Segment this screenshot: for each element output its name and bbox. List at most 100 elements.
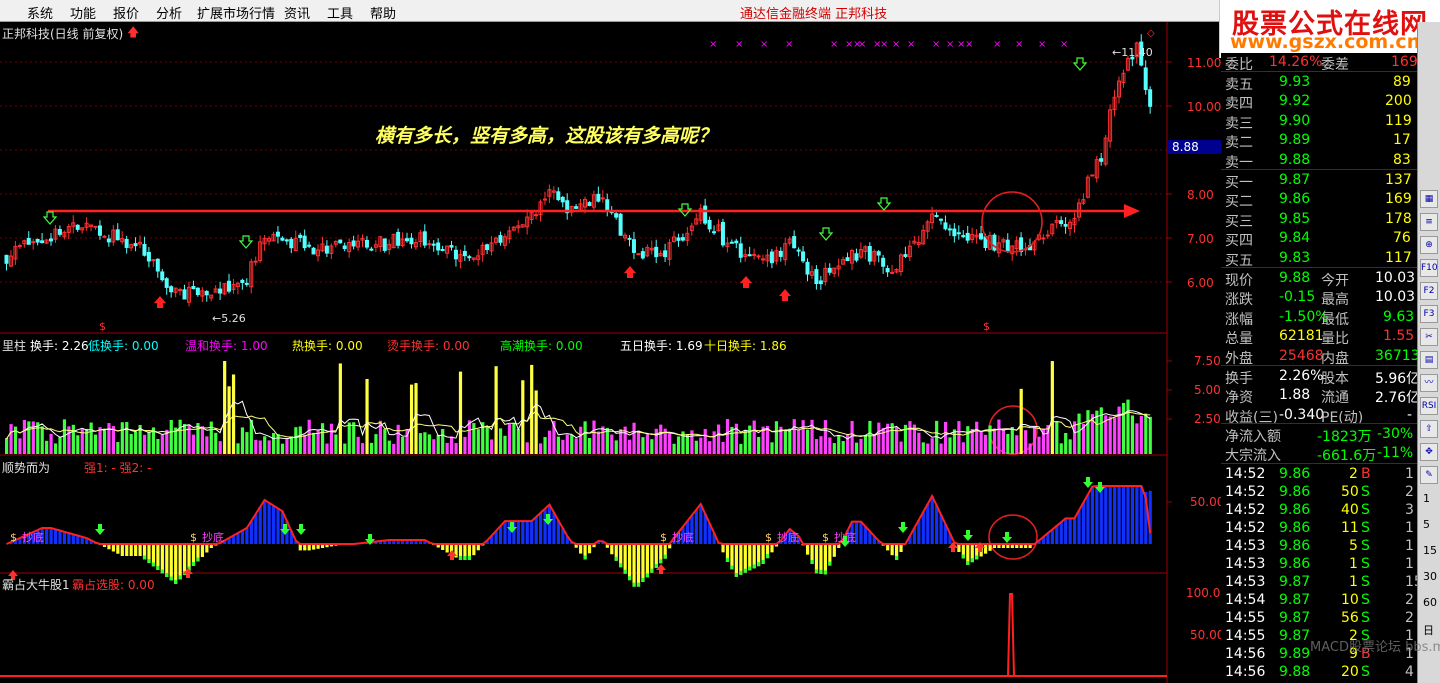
candle-body (712, 231, 717, 234)
volume-bar (601, 426, 605, 454)
volume-bar (450, 436, 454, 454)
candle-body (302, 235, 307, 249)
trend-bar (165, 544, 169, 577)
trend-bar-tail (810, 560, 814, 564)
trend-bar (245, 528, 249, 544)
volume-bar (205, 436, 209, 454)
volume-bar (209, 421, 213, 454)
volume-bar (672, 443, 676, 454)
menu-function[interactable]: 功能 (70, 3, 96, 22)
volume-bar (868, 420, 872, 454)
volume-bar (294, 427, 298, 454)
trend-bar (445, 544, 449, 553)
grid-icon[interactable]: ▦ (1420, 190, 1438, 208)
trend-bar-tail (458, 556, 463, 560)
rsi-icon[interactable]: RSI (1420, 397, 1438, 415)
period-4[interactable]: 60 (1423, 596, 1437, 609)
move-icon[interactable]: ✥ (1420, 443, 1438, 461)
trend-bar (1059, 522, 1063, 544)
menu-analysis[interactable]: 分析 (156, 3, 182, 22)
trend-bar (1086, 494, 1090, 544)
candle-body (703, 205, 708, 224)
candle-body (881, 257, 886, 267)
candle-body (342, 245, 347, 250)
period-0[interactable]: 1 (1423, 492, 1430, 505)
candle-body (182, 289, 187, 300)
candle-body (351, 240, 356, 247)
quote-divider (1221, 267, 1417, 268)
menu-help[interactable]: 帮助 (370, 3, 396, 22)
candle-body (761, 258, 765, 261)
volume-bar (543, 437, 547, 454)
volume-bar (819, 436, 823, 454)
candle-body (1041, 237, 1046, 240)
volume-bar (147, 431, 151, 454)
volume-bar (40, 426, 44, 454)
candle-body (654, 246, 659, 258)
menu-quote[interactable]: 报价 (113, 3, 139, 22)
f10-icon[interactable]: F10 (1420, 259, 1438, 277)
trend-bar (1050, 529, 1054, 544)
volume-bar (1015, 435, 1019, 454)
sell-signal-icon (1072, 57, 1088, 71)
ask-row: 卖五 9.93 89 (1225, 74, 1411, 93)
candle-body (1099, 158, 1104, 162)
menu-extended-market[interactable]: 扩展市场行情 (197, 3, 275, 22)
pencil-icon[interactable]: ✎ (1420, 466, 1438, 484)
period-3[interactable]: 30 (1423, 570, 1437, 583)
volume-bar (169, 420, 173, 454)
f3-icon[interactable]: F3 (1420, 305, 1438, 323)
candle-body (814, 269, 819, 285)
candle-body (49, 238, 53, 242)
turnover-label: 换手: 2.26 (30, 339, 89, 353)
trend-bar (552, 512, 556, 544)
down-arrow-icon (898, 522, 908, 533)
trend-bar-tail (614, 556, 618, 561)
volume-bar (966, 426, 970, 454)
f2-icon[interactable]: F2 (1420, 282, 1438, 300)
trend-bar (539, 512, 543, 544)
candle-body (640, 251, 645, 259)
bottom-axis-label: 100.00 (1186, 586, 1221, 600)
candle-body (324, 245, 329, 254)
trend-bar (1081, 502, 1086, 544)
candle-body (75, 224, 80, 230)
zoom-icon[interactable]: ⊕ (1420, 236, 1438, 254)
menu-tools[interactable]: 工具 (327, 3, 353, 22)
signal-x-marker: × (880, 39, 888, 50)
bottom-fishing-label: 抄底 (202, 530, 224, 544)
low-turnover-label: 低换手: 0.00 (88, 339, 159, 353)
candle-body (1005, 239, 1010, 251)
arrow-icon[interactable]: ⇧ (1420, 420, 1438, 438)
candle-body (845, 257, 850, 262)
menu-system[interactable]: 系统 (27, 3, 53, 22)
notes-icon[interactable]: ▤ (1420, 351, 1438, 369)
tick-row: 14:52 9.86 40 S 3 (1225, 502, 1414, 518)
trend-bar-tail (191, 562, 196, 566)
trend-bar (1077, 510, 1081, 544)
volume-bar (614, 440, 618, 454)
cut-icon[interactable]: ✂ (1420, 328, 1438, 346)
rank-icon[interactable]: ≡ (1420, 213, 1438, 231)
trend-bar-tail (169, 576, 173, 581)
menu-info[interactable]: 资讯 (284, 3, 310, 22)
volume-bar (418, 433, 423, 454)
candle-body (40, 240, 45, 244)
volume-bar (94, 434, 98, 454)
trend-bar-tail (196, 557, 200, 562)
chart-icon[interactable]: 〰 (1420, 374, 1438, 392)
tick-row: 14:53 9.86 5 S 1 (1225, 538, 1414, 554)
candle-body (422, 231, 427, 246)
quote-divider (1221, 423, 1417, 424)
period-1[interactable]: 5 (1423, 518, 1430, 531)
tick-row: 14:52 9.86 11 S 1 (1225, 520, 1414, 536)
trend-bar (890, 544, 894, 556)
volume-bar (254, 439, 258, 454)
signal-x-marker: × (993, 39, 1001, 50)
period-2[interactable]: 15 (1423, 544, 1437, 557)
volume-bar (984, 434, 988, 454)
main-pane-title: 正邦科技(日线 前复权) (2, 27, 124, 41)
watermark: MACD股票论坛 bbs.macd.cn (1310, 640, 1440, 655)
candle-body (31, 241, 36, 244)
trend-bar (516, 521, 520, 544)
